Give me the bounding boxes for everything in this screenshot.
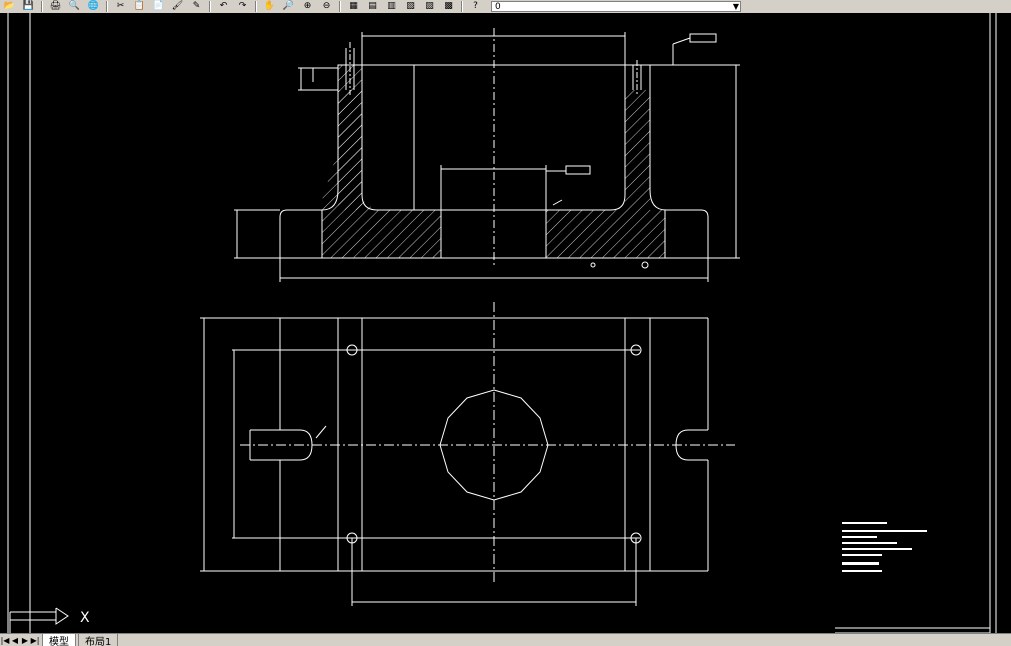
match-properties-icon: 🖌 — [171, 1, 184, 11]
publish-icon: 🌐 — [87, 1, 100, 11]
copy-button[interactable]: 📋 — [132, 1, 147, 12]
toolbar-separator — [41, 1, 43, 12]
chevron-down-icon: ▼ — [732, 2, 739, 11]
open-icon: 📂 — [3, 1, 16, 11]
tool-palettes-button[interactable]: ▥ — [384, 1, 399, 12]
tab-layout1[interactable]: 布局1 — [78, 634, 119, 646]
zoom-window-button[interactable]: ⊕ — [300, 1, 315, 12]
match-properties-button[interactable]: 🖌 — [170, 1, 185, 12]
layer-current-value: 0 — [495, 1, 501, 12]
pan-icon: ✋ — [263, 1, 276, 11]
copy-icon: 📋 — [133, 1, 146, 11]
design-center-icon: ▤ — [368, 1, 377, 11]
toolbar-separator — [255, 1, 257, 12]
zoom-previous-button[interactable]: ⊖ — [319, 1, 334, 12]
publish-button[interactable]: 🌐 — [86, 1, 101, 12]
print-button[interactable]: 🖨 — [48, 1, 63, 12]
markup-icon: ▨ — [425, 1, 434, 11]
undo-button[interactable]: ↶ — [216, 1, 231, 12]
sheet-set-button[interactable]: ▧ — [403, 1, 418, 12]
ucs-x-label: X — [80, 610, 90, 626]
save-button[interactable]: 💾 — [21, 1, 36, 12]
toolbar-separator — [339, 1, 341, 12]
cut-button[interactable]: ✂ — [113, 1, 128, 12]
plot-preview-icon: 🔍 — [68, 1, 81, 11]
redo-button[interactable]: ↷ — [235, 1, 250, 12]
paste-button[interactable]: 📄 — [151, 1, 166, 12]
help-icon: ? — [473, 1, 478, 11]
block-editor-icon: ✎ — [192, 1, 201, 11]
print-icon: 🖨 — [49, 1, 62, 11]
open-button[interactable]: 📂 — [2, 1, 17, 12]
help-button[interactable]: ? — [468, 1, 483, 12]
zoom-previous-icon: ⊖ — [322, 1, 331, 11]
layout-tab-bar: |◀ ◀ ▶ ▶| 模型 布局1 — [0, 633, 1011, 646]
block-editor-button[interactable]: ✎ — [189, 1, 204, 12]
properties-icon: ▦ — [349, 1, 358, 11]
model-space-canvas[interactable]: X — [0, 13, 1011, 633]
toolbar-separator — [209, 1, 211, 12]
prev-tab-icon[interactable]: ◀ — [10, 635, 20, 646]
first-tab-icon[interactable]: |◀ — [0, 635, 10, 646]
zoom-realtime-icon: 🔎 — [282, 1, 295, 11]
pan-button[interactable]: ✋ — [262, 1, 277, 12]
tool-palettes-icon: ▥ — [387, 1, 396, 11]
redo-icon: ↷ — [238, 1, 247, 11]
properties-button[interactable]: ▦ — [346, 1, 361, 12]
undo-icon: ↶ — [219, 1, 228, 11]
zoom-realtime-button[interactable]: 🔎 — [281, 1, 296, 12]
last-tab-icon[interactable]: ▶| — [30, 635, 40, 646]
calculator-icon: ▩ — [444, 1, 453, 11]
calculator-button[interactable]: ▩ — [441, 1, 456, 12]
toolbar-separator — [106, 1, 108, 12]
canvas-background — [0, 13, 1011, 633]
design-center-button[interactable]: ▤ — [365, 1, 380, 12]
sheet-set-icon: ▧ — [406, 1, 415, 11]
next-tab-icon[interactable]: ▶ — [20, 635, 30, 646]
toolbar-separator — [461, 1, 463, 12]
zoom-window-icon: ⊕ — [303, 1, 312, 11]
tab-model[interactable]: 模型 — [42, 634, 76, 646]
plot-preview-button[interactable]: 🔍 — [67, 1, 82, 12]
markup-button[interactable]: ▨ — [422, 1, 437, 12]
layer-dropdown[interactable]: 0 ▼ — [491, 1, 741, 12]
standard-toolbar: 📂 💾 🖨 🔍 🌐 ✂ 📋 📄 🖌 ✎ ↶ ↷ ✋ 🔎 ⊕ ⊖ ▦ ▤ ▥ ▧ ▨ ▩? 0 ▼ — [0, 0, 1011, 14]
cut-icon: ✂ — [116, 1, 125, 11]
save-icon: 💾 — [22, 1, 35, 11]
paste-icon: 📄 — [152, 1, 165, 11]
